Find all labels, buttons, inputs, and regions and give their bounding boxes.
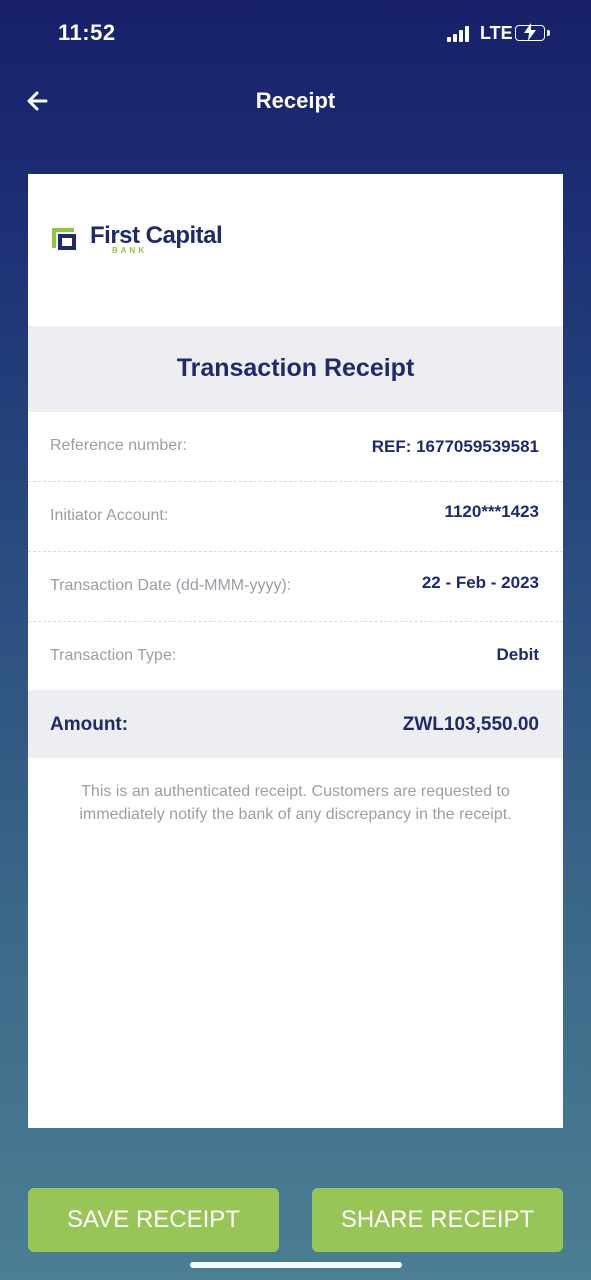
bank-logo-mark — [52, 228, 76, 250]
type-label: Transaction Type: — [50, 647, 177, 664]
bank-subtitle: BANK — [112, 246, 148, 255]
reference-label: Reference number: — [50, 437, 187, 454]
receipt-disclaimer: This is an authenticated receipt. Custom… — [79, 783, 512, 823]
save-receipt-button[interactable]: SAVE RECEIPT — [28, 1188, 279, 1252]
share-receipt-button[interactable]: SHARE RECEIPT — [312, 1188, 563, 1252]
detail-row-account: Initiator Account: 1120***1423 — [28, 482, 563, 552]
status-bar: 11:52 LTE — [0, 0, 591, 66]
battery-icon — [515, 23, 545, 41]
top-nav: Receipt — [0, 70, 591, 132]
reference-value: REF: 1677059539581 — [371, 437, 539, 456]
home-indicator[interactable] — [190, 1262, 402, 1268]
receipt-header: Transaction Receipt — [28, 326, 563, 412]
account-label: Initiator Account: — [50, 507, 169, 524]
status-time: 11:52 — [58, 20, 116, 45]
charging-bolt-icon — [524, 23, 536, 41]
date-value: 22 - Feb - 2023 — [421, 573, 539, 592]
amount-value: ZWL103,550.00 — [402, 714, 539, 735]
account-value: 1120***1423 — [444, 502, 539, 521]
network-type: LTE — [480, 23, 513, 43]
bank-name: First Capital — [90, 222, 223, 249]
type-value: Debit — [496, 645, 540, 664]
detail-row-date: Transaction Date (dd-MMM-yyyy): 22 - Feb… — [28, 552, 563, 622]
amount-row: Amount: ZWL103,550.00 — [28, 690, 563, 758]
receipt-title: Transaction Receipt — [176, 354, 415, 382]
bank-logo: First Capital BANK — [50, 222, 290, 262]
signal-icon — [447, 26, 473, 42]
page-title: Receipt — [255, 88, 336, 113]
battery-tip — [547, 30, 550, 36]
receipt-card: First Capital BANK Transaction Receipt R… — [28, 174, 563, 1128]
amount-label: Amount: — [50, 714, 129, 735]
date-label: Transaction Date (dd-MMM-yyyy): — [50, 577, 292, 594]
detail-row-reference: Reference number: REF: 1677059539581 — [28, 412, 563, 482]
detail-row-type: Transaction Type: Debit — [28, 622, 563, 692]
